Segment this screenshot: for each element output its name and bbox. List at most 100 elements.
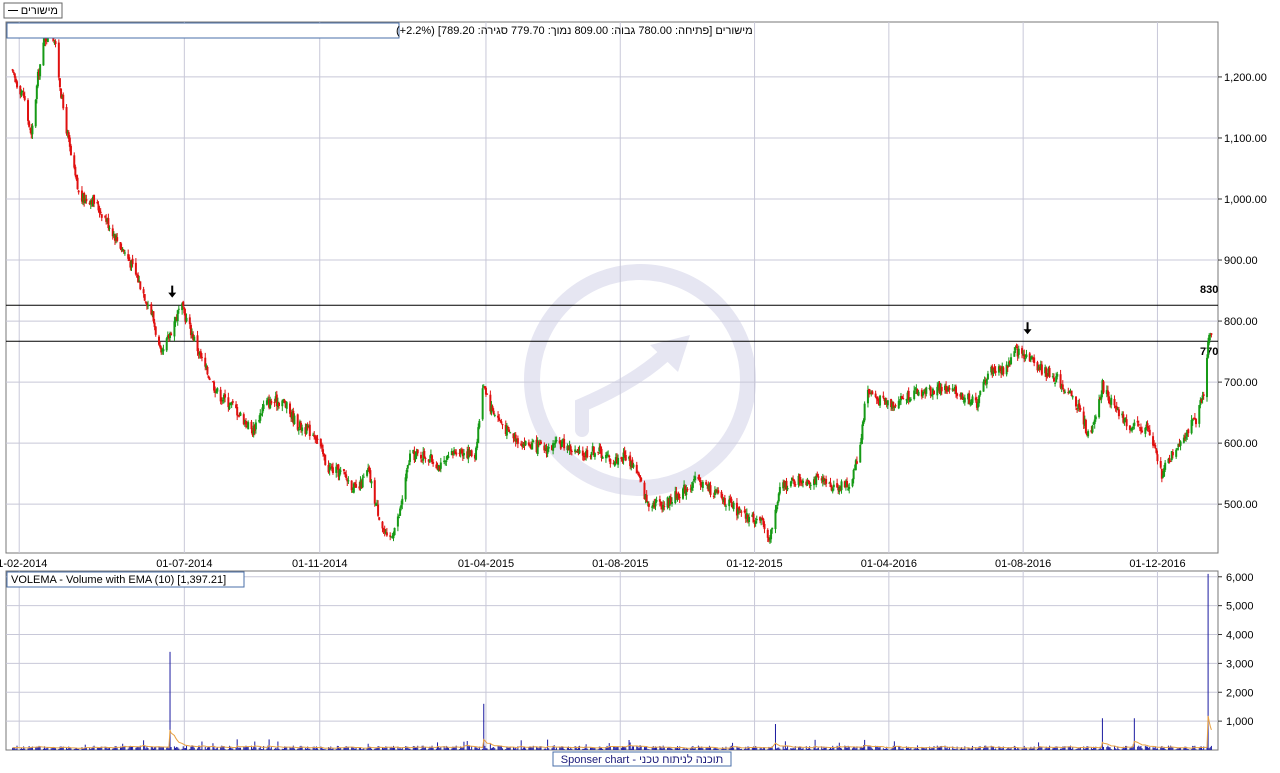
candle-body [455, 452, 458, 455]
candle-body [809, 484, 812, 486]
candle-body [861, 424, 864, 440]
candle-body [1141, 430, 1144, 433]
price-y-tick-label: 500.00 [1224, 499, 1258, 511]
price-x-tick-label: 01-07-2014 [156, 558, 212, 570]
candle-body [420, 454, 423, 459]
top-tab[interactable]: מישורים [3, 2, 63, 19]
candle-body [694, 476, 697, 480]
candle-body [200, 356, 203, 358]
candle-body [342, 469, 345, 472]
candle-body [508, 429, 511, 433]
price-info-text: מישורים [פתיחה: 780.00 גבוה: 809.00 נמוך… [396, 25, 753, 37]
top-tab-label: מישורים [21, 5, 58, 17]
candle-body [632, 464, 635, 468]
price-x-axis: 01-02-2014 01-07-2014 01-11-2014 01-04-2015… [0, 558, 1186, 570]
candle-body [16, 81, 19, 88]
candle-body [979, 390, 982, 395]
candle-body [940, 386, 943, 392]
candle-body [586, 449, 589, 458]
candle-body [1084, 419, 1087, 433]
candle-body [206, 366, 209, 375]
candle-body [250, 421, 253, 430]
candle-body [524, 440, 527, 446]
footer-credit[interactable]: Sponser chart - תוכנה לניתוח טכני [552, 751, 732, 767]
candle-body [493, 414, 496, 416]
volume-y-tick-label: 1,000 [1226, 716, 1254, 728]
candle-body [763, 523, 766, 530]
candle-body [131, 258, 134, 265]
price-y-tick-label: 800.00 [1224, 316, 1258, 328]
candle-body [347, 480, 350, 482]
candle-body [1175, 449, 1178, 457]
candle-body [185, 317, 188, 322]
candle-body [863, 403, 866, 421]
price-y-tick-label: 600.00 [1224, 438, 1258, 450]
candle-body [339, 470, 342, 472]
candle-body [501, 424, 504, 426]
candle-body [994, 370, 997, 373]
volume-panel-frame [5, 570, 1219, 751]
price-panel-frame [5, 21, 1219, 554]
candle-body [498, 417, 501, 420]
volume-y-tick-label: 3,000 [1226, 658, 1254, 670]
candle-body [1110, 397, 1113, 405]
candle-body [1087, 431, 1090, 437]
candle-body [855, 461, 858, 464]
candle-body [1098, 399, 1101, 418]
candle-body [99, 211, 102, 214]
candle-body [231, 401, 234, 403]
candle-body [1074, 396, 1077, 407]
candle-body [717, 490, 720, 493]
volume-info-box: VOLEMA - Volume with EMA (10) [1,397.21] [6, 571, 245, 588]
candle-body [1002, 367, 1005, 375]
candle-body [539, 441, 542, 444]
candle-body [378, 517, 381, 520]
candle-body [848, 487, 851, 489]
candle-body [879, 395, 882, 406]
candle-body [377, 504, 380, 516]
candle-body [691, 482, 694, 488]
candle-body [1125, 419, 1128, 427]
candle-body [902, 398, 905, 400]
candle-body [143, 294, 146, 301]
candle-body [1133, 422, 1136, 426]
candle-body [817, 476, 820, 478]
candle-body [608, 455, 611, 458]
candle-body [1202, 394, 1205, 396]
price-x-tick-label: 01-12-2016 [1129, 558, 1185, 570]
candle-body [139, 281, 142, 290]
candle-body [755, 518, 758, 521]
candle-body [23, 95, 26, 100]
price-y-tick-label: 1,000.00 [1224, 194, 1267, 206]
candle-body [409, 453, 411, 462]
candle-body [1148, 429, 1151, 436]
candle-body [1102, 381, 1105, 393]
price-y-tick-label: 1,200.00 [1224, 72, 1267, 84]
candle-body [170, 333, 173, 336]
candle-body [393, 527, 396, 536]
candle-body [686, 488, 689, 491]
price-x-tick-label: 01-12-2015 [726, 558, 782, 570]
candle-body [406, 465, 409, 469]
candle-body [723, 498, 726, 506]
candle-body [925, 387, 928, 394]
candle-body [470, 450, 473, 457]
candle-body [748, 516, 751, 523]
candle-body [308, 424, 311, 437]
candle-body [154, 326, 157, 335]
candle-body [547, 446, 550, 449]
candle-body [108, 227, 111, 229]
candle-body [361, 477, 364, 488]
candle-body [705, 482, 708, 485]
candle-body [34, 99, 37, 127]
candle-body [531, 442, 534, 450]
volume-y-axis: 1,000 2,000 3,000 4,000 5,000 6,000 [1218, 572, 1254, 728]
candle-body [678, 497, 681, 499]
candle-body [1063, 391, 1066, 393]
arrow-markers [168, 285, 1032, 335]
candle-body [1017, 348, 1020, 355]
candle-body [27, 100, 30, 121]
candle-body [709, 485, 712, 495]
volume-info-text: VOLEMA - Volume with EMA (10) [1,397.21] [11, 574, 226, 586]
candle-body [477, 427, 480, 443]
